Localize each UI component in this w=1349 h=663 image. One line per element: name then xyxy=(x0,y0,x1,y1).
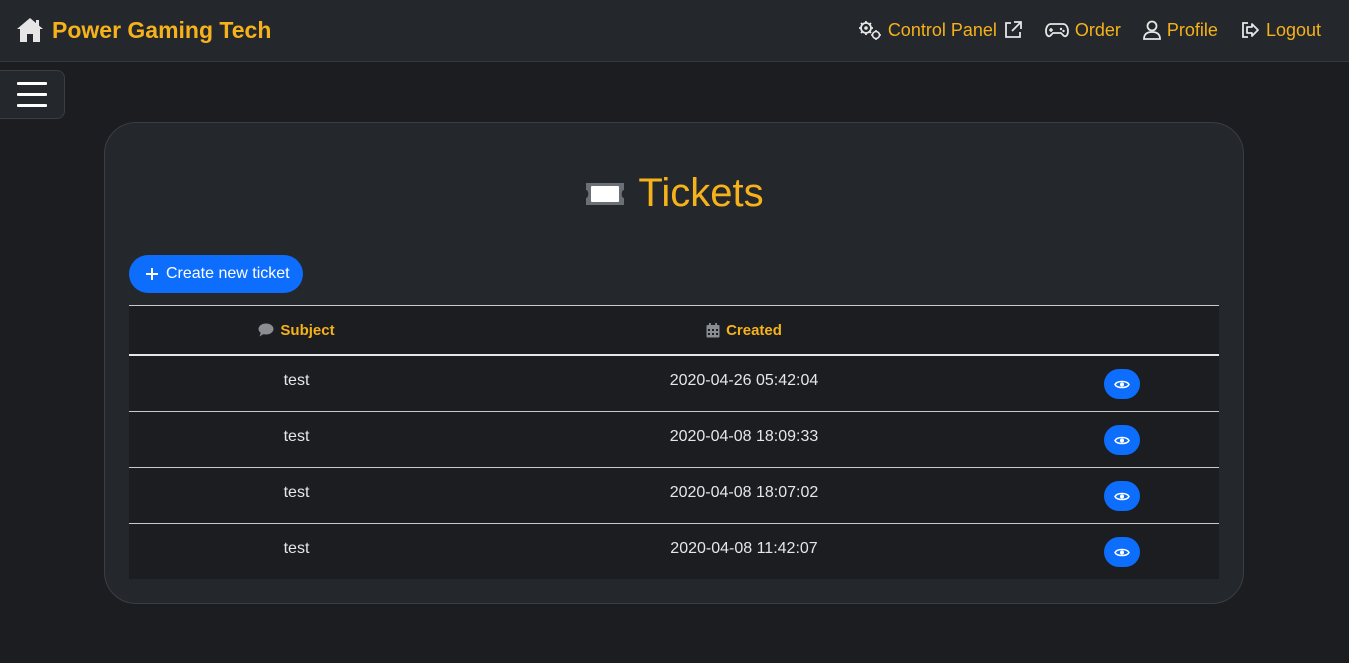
home-icon xyxy=(17,18,43,42)
cell-actions xyxy=(1024,468,1219,523)
nav-order[interactable]: Order xyxy=(1044,19,1121,41)
eye-icon xyxy=(1113,380,1130,388)
cell-subject: test xyxy=(283,372,310,389)
hamburger-icon-line xyxy=(16,82,47,85)
top-navbar: Power Gaming Tech Control Panel Order Pr… xyxy=(0,0,1349,62)
cell-subject: test xyxy=(283,428,310,445)
brand-name: Power Gaming Tech xyxy=(52,16,272,43)
calendar-icon xyxy=(706,322,720,337)
table-row: test 2020-04-08 11:42:07 xyxy=(129,524,1219,580)
table-row: test 2020-04-08 18:09:33 xyxy=(129,412,1219,468)
eye-icon xyxy=(1113,492,1130,500)
header-created: Created xyxy=(464,322,1024,339)
hamburger-icon-line xyxy=(16,93,47,96)
nav-logout-label: Logout xyxy=(1265,19,1321,40)
cell-created: 2020-04-08 18:09:33 xyxy=(669,428,819,445)
view-ticket-button[interactable] xyxy=(1103,425,1140,455)
header-subject: Subject xyxy=(129,322,464,339)
logout-icon xyxy=(1242,22,1259,38)
plus-icon xyxy=(146,268,158,280)
nav-order-label: Order xyxy=(1074,19,1121,40)
view-ticket-button[interactable] xyxy=(1103,537,1140,567)
gamepad-icon xyxy=(1044,23,1069,38)
create-ticket-label: Create new ticket xyxy=(166,265,290,282)
cell-subject: test xyxy=(283,484,310,501)
nav-logout[interactable]: Logout xyxy=(1240,20,1321,41)
cell-actions xyxy=(1024,356,1219,411)
create-ticket-button[interactable]: Create new ticket xyxy=(129,255,303,293)
cell-created: 2020-04-08 11:42:07 xyxy=(670,540,818,557)
user-icon xyxy=(1143,20,1161,40)
nav-control-panel[interactable]: Control Panel xyxy=(858,19,1023,41)
cell-actions xyxy=(1024,412,1219,467)
comment-icon xyxy=(258,323,274,337)
view-ticket-button[interactable] xyxy=(1103,481,1140,511)
table-row: test 2020-04-26 05:42:04 xyxy=(129,356,1219,412)
nav-profile[interactable]: Profile xyxy=(1143,20,1218,41)
table-header: Subject Created xyxy=(129,306,1219,356)
table-row: test 2020-04-08 18:07:02 xyxy=(129,468,1219,524)
nav-links: Control Panel Order Profile Logout xyxy=(858,16,1321,44)
tickets-table: Subject Created test 2020-04-26 05:42:04 xyxy=(129,305,1219,579)
page-title-text: Tickets xyxy=(638,171,764,215)
hamburger-icon-line xyxy=(16,104,47,107)
cell-subject: test xyxy=(283,540,310,557)
page-title: Tickets xyxy=(105,171,1243,216)
cell-actions xyxy=(1024,524,1219,580)
header-created-label: Created xyxy=(726,321,782,339)
tickets-card: Tickets Create new ticket Subject Create… xyxy=(104,122,1244,604)
external-link-icon xyxy=(1004,21,1022,38)
eye-icon xyxy=(1113,436,1130,444)
cell-created: 2020-04-08 18:07:02 xyxy=(669,484,819,501)
gears-icon xyxy=(858,21,881,40)
cell-created: 2020-04-26 05:42:04 xyxy=(669,372,819,389)
view-ticket-button[interactable] xyxy=(1103,369,1140,399)
eye-icon xyxy=(1113,548,1130,556)
nav-control-panel-label: Control Panel xyxy=(887,19,997,40)
ticket-icon xyxy=(586,182,625,205)
header-subject-label: Subject xyxy=(280,321,335,339)
nav-profile-label: Profile xyxy=(1166,19,1218,40)
brand-link[interactable]: Power Gaming Tech xyxy=(16,14,271,46)
sidebar-toggle-button[interactable] xyxy=(0,70,65,119)
